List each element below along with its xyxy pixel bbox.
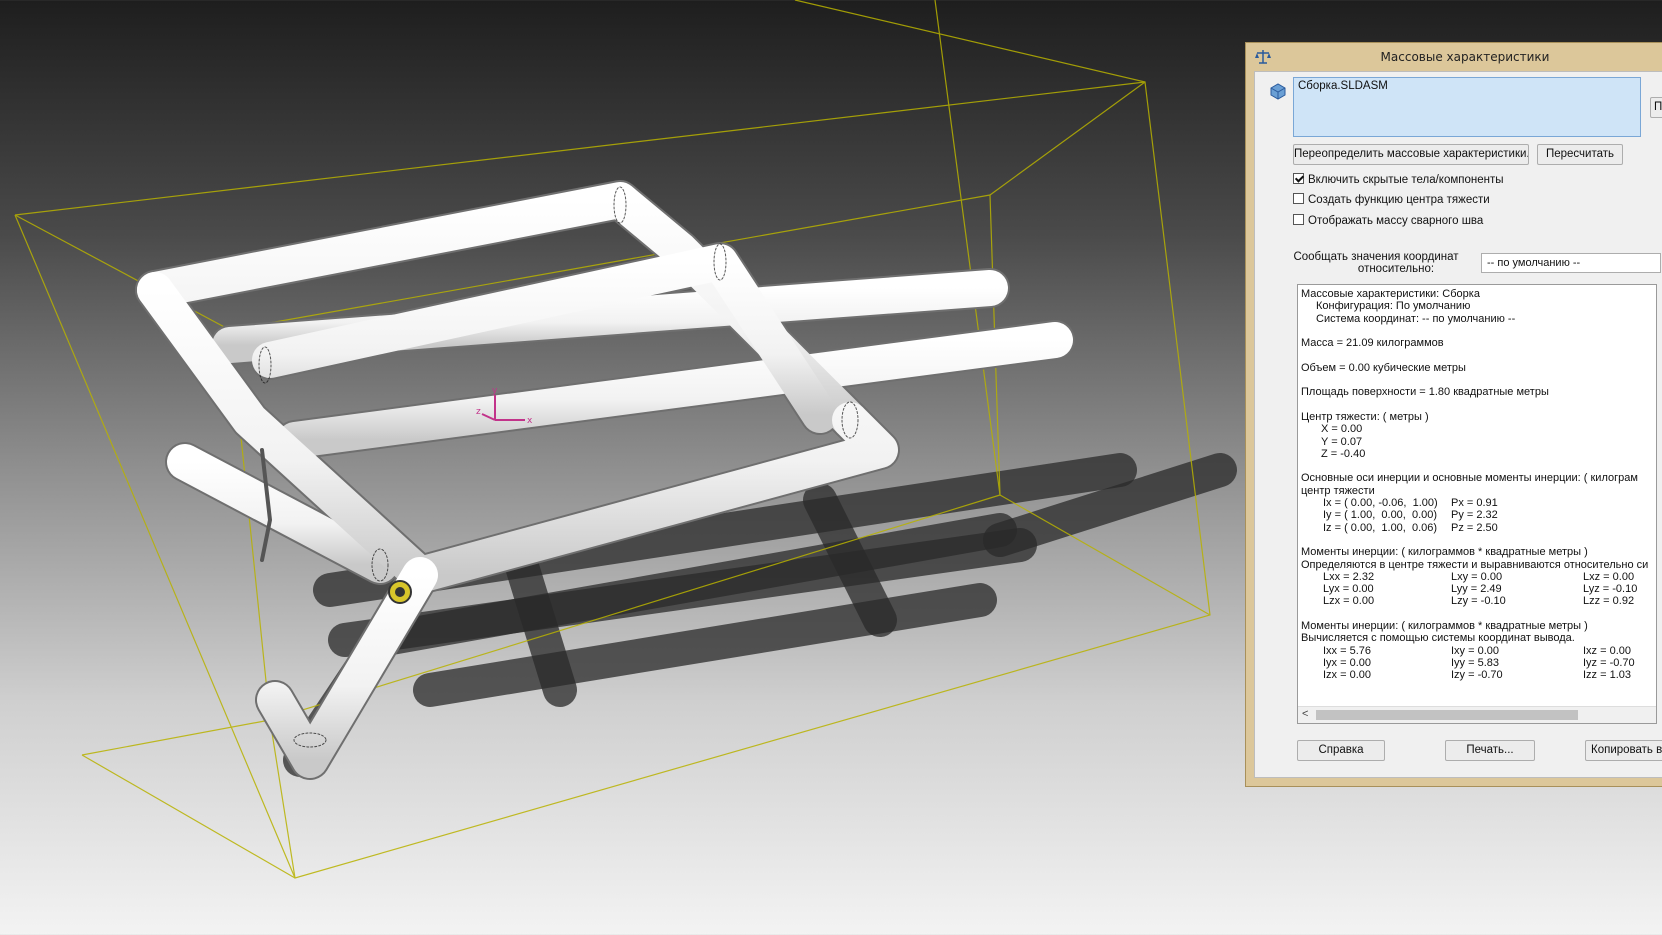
show-weld-mass-label: Отображать массу сварного шва (1308, 215, 1484, 227)
axis-iy: Iy = ( 1.00, 0.00, 0.00) (1323, 509, 1438, 522)
axes-row: Iy = ( 1.00, 0.00, 0.00) Py = 2.32 (1301, 509, 1656, 522)
lyy: Lyy = 2.49 (1451, 583, 1502, 596)
iyx: Iyx = 0.00 (1323, 656, 1372, 669)
cog-x: X = 0.00 (1321, 423, 1363, 436)
recalculate-button[interactable]: Пересчитать (1537, 144, 1623, 165)
show-weld-mass-checkbox-row[interactable]: Отображать массу сварного шва (1293, 214, 1483, 230)
triad-y-label: y (492, 386, 498, 396)
izx: Izx = 0.00 (1323, 669, 1372, 682)
lxz: Lxz = 0.00 (1583, 570, 1635, 583)
show-weld-mass-checkbox[interactable] (1293, 214, 1304, 226)
moments-row: Lzx = 0.00 Lzy = -0.10 Lzz = 0.92 (1301, 595, 1656, 608)
moments-row: Iyx = 0.00 Iyy = 5.83 Iyz = -0.70 (1301, 656, 1656, 669)
scroll-thumb[interactable] (1316, 710, 1578, 720)
create-cog-label: Создать функцию центра тяжести (1308, 194, 1490, 206)
iyz: Iyz = -0.70 (1583, 656, 1635, 669)
principal-axes-title-cont: центр тяжести (1301, 484, 1375, 497)
coord-label-line1: Сообщать значения координат (1293, 251, 1459, 263)
moments-row: Lyx = 0.00 Lyy = 2.49 Lyz = -0.10 (1301, 583, 1656, 596)
ixy: Ixy = 0.00 (1451, 644, 1500, 657)
izy: Izy = -0.70 (1451, 669, 1503, 682)
moment-py: Py = 2.32 (1451, 509, 1498, 522)
ixz: Ixz = 0.00 (1583, 644, 1632, 657)
bounding-box (14, 0, 1211, 879)
coord-label-line2: относительно: (1357, 263, 1435, 275)
dialog-titlebar[interactable]: Массовые характеристики (1246, 43, 1662, 71)
moment-pz: Pz = 2.50 (1451, 521, 1498, 534)
help-button[interactable]: Справка (1297, 740, 1385, 761)
moment-px: Px = 0.91 (1451, 497, 1498, 510)
lxx: Lxx = 2.32 (1323, 570, 1375, 583)
ixx: Ixx = 5.76 (1323, 644, 1372, 657)
axis-iz: Iz = ( 0.00, 1.00, 0.06) (1323, 521, 1438, 534)
moments-output-subtitle: Вычисляется с помощью системы координат … (1301, 632, 1575, 645)
moments-cog-subtitle: Определяются в центре тяжести и выравнив… (1301, 558, 1649, 571)
include-hidden-label: Включить скрытые тела/компоненты (1308, 174, 1504, 186)
options-button[interactable]: Па (1650, 97, 1662, 118)
triad-z-label: z (476, 407, 481, 417)
scales-icon (1255, 50, 1271, 64)
dialog-body: Сборка.SLDASM Па Переопределить массовые… (1254, 71, 1662, 778)
moments-cog-title: Моменты инерции: ( килограммов * квадрат… (1301, 546, 1588, 559)
copy-button[interactable]: Копировать в (1585, 740, 1662, 761)
axis-ix: Ix = ( 0.00, -0.06, 1.00) (1323, 497, 1438, 510)
center-of-gravity-title: Центр тяжести: ( метры ) (1301, 410, 1429, 423)
axes-row: Ix = ( 0.00, -0.06, 1.00) Px = 0.91 (1301, 497, 1656, 510)
coord-system-label: Сообщать значения координат относительно… (1291, 251, 1461, 275)
selected-item[interactable]: Сборка.SLDASM (1298, 80, 1388, 92)
moments-row: Lxx = 2.32 Lxy = 0.00 Lxz = 0.00 (1301, 570, 1656, 583)
principal-axes-title: Основные оси инерции и основные моменты … (1301, 472, 1638, 485)
horizontal-scrollbar[interactable]: < (1298, 706, 1656, 723)
axes-row: Iz = ( 0.00, 1.00, 0.06) Pz = 2.50 (1301, 521, 1656, 534)
surface-area-value: Площадь поверхности = 1.80 квадратные ме… (1301, 386, 1549, 399)
create-cog-checkbox-row[interactable]: Создать функцию центра тяжести (1293, 193, 1490, 209)
result-line: Система координат: -- по умолчанию -- (1316, 312, 1516, 325)
iyy: Iyy = 5.83 (1451, 656, 1500, 669)
model-shadow (283, 453, 1237, 777)
create-cog-checkbox[interactable] (1293, 193, 1304, 205)
include-hidden-checkbox[interactable] (1293, 173, 1304, 185)
cog-z: Z = -0.40 (1321, 447, 1366, 460)
dialog-title: Массовые характеристики (1380, 50, 1550, 64)
mass-properties-dialog: Массовые характеристики Сборка.SLDASM Па… (1245, 42, 1662, 787)
selected-items-list[interactable]: Сборка.SLDASM (1293, 77, 1641, 137)
include-hidden-checkbox-row[interactable]: Включить скрытые тела/компоненты (1293, 173, 1504, 189)
results-text-area[interactable]: Массовые характеристики: Сборка Конфигур… (1297, 284, 1657, 724)
lyz: Lyz = -0.10 (1583, 583, 1638, 596)
result-line: Конфигурация: По умолчанию (1316, 300, 1471, 313)
moments-row: Ixx = 5.76 Ixy = 0.00 Ixz = 0.00 (1301, 644, 1656, 657)
print-button[interactable]: Печать... (1445, 740, 1535, 761)
assembly-icon (1270, 83, 1286, 100)
lzz: Lzz = 0.92 (1583, 595, 1635, 608)
lzx: Lzx = 0.00 (1323, 595, 1375, 608)
mass-value: Масса = 21.09 килограммов (1301, 337, 1444, 350)
izz: Izz = 1.03 (1583, 669, 1632, 682)
volume-value: Объем = 0.00 кубические метры (1301, 361, 1466, 374)
lzy: Lzy = -0.10 (1451, 595, 1506, 608)
moments-output-title: Моменты инерции: ( килограммов * квадрат… (1301, 620, 1588, 633)
triad-x-label: x (527, 416, 533, 426)
coord-system-select[interactable]: -- по умолчанию -- (1481, 253, 1661, 273)
cog-y: Y = 0.07 (1321, 435, 1363, 448)
lyx: Lyx = 0.00 (1323, 583, 1374, 596)
scroll-left-icon[interactable]: < (1302, 708, 1308, 720)
result-line: Массовые характеристики: Сборка (1301, 288, 1480, 300)
lxy: Lxy = 0.00 (1451, 570, 1503, 583)
override-mass-properties-button[interactable]: Переопределить массовые характеристики..… (1293, 144, 1529, 165)
moments-row: Izx = 0.00 Izy = -0.70 Izz = 1.03 (1301, 669, 1656, 682)
